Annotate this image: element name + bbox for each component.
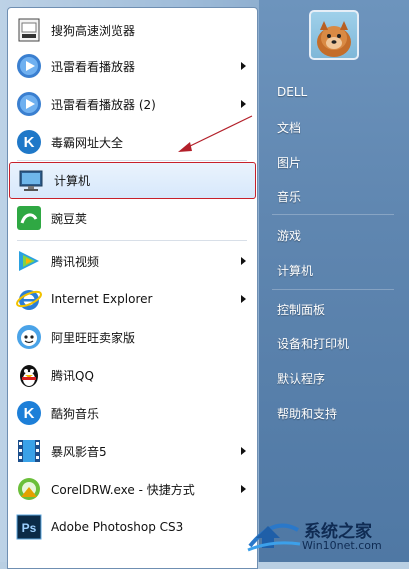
menu-item-tencent-video[interactable]: 腾讯视频 bbox=[7, 243, 256, 279]
menu-item-label: 暴风影音5 bbox=[51, 444, 107, 459]
annotation-arrow-icon bbox=[178, 115, 253, 152]
place-item-label: 游戏 bbox=[277, 228, 302, 243]
sogou-browser-icon bbox=[15, 16, 43, 44]
place-item-label: 设备和打印机 bbox=[277, 336, 350, 351]
separator bbox=[272, 214, 394, 215]
place-item-default-programs[interactable]: 默认程序 bbox=[268, 365, 400, 391]
submenu-arrow-icon bbox=[241, 62, 246, 70]
start-menu: 搜狗高速浏览器 迅雷看看播放器 迅雷看看播放器 (2) K 毒霸网址大全 计算机… bbox=[0, 0, 409, 569]
menu-item-label: 腾讯视频 bbox=[51, 254, 100, 269]
site-watermark: 系统之家 Win10net.com bbox=[242, 510, 407, 558]
watermark-logo-icon bbox=[247, 523, 301, 552]
svg-text:Ps: Ps bbox=[22, 521, 37, 535]
svg-text:K: K bbox=[24, 405, 35, 422]
place-item-label: 计算机 bbox=[277, 263, 314, 278]
xunlei-player-icon bbox=[15, 90, 43, 118]
duba-k-icon: K bbox=[15, 128, 43, 156]
submenu-arrow-icon bbox=[241, 257, 246, 265]
menu-item-label: 迅雷看看播放器 (2) bbox=[51, 97, 156, 112]
menu-item-coreldraw[interactable]: CorelDRW.exe - 快捷方式 bbox=[7, 471, 256, 507]
place-item-control-panel[interactable]: 控制面板 bbox=[268, 296, 400, 322]
menu-item-label: Adobe Photoshop CS3 bbox=[51, 520, 184, 534]
place-item-documents[interactable]: 文档 bbox=[268, 114, 400, 140]
place-item-devices-printers[interactable]: 设备和打印机 bbox=[268, 330, 400, 356]
menu-item-label: 计算机 bbox=[54, 174, 91, 188]
place-item-music[interactable]: 音乐 bbox=[268, 183, 400, 209]
menu-item-label: 毒霸网址大全 bbox=[51, 135, 124, 150]
place-item-label: 控制面板 bbox=[277, 302, 326, 317]
place-item-computer[interactable]: 计算机 bbox=[268, 257, 400, 283]
xunlei-player-icon bbox=[15, 52, 43, 80]
menu-item-baofeng[interactable]: 暴风影音5 bbox=[7, 433, 256, 469]
svg-text:K: K bbox=[24, 134, 35, 151]
menu-item-kugou[interactable]: K 酷狗音乐 bbox=[7, 395, 256, 431]
menu-item-tencent-qq[interactable]: 腾讯QQ bbox=[7, 357, 256, 393]
menu-item-aliwangwang[interactable]: 阿里旺旺卖家版 bbox=[7, 319, 256, 355]
computer-icon bbox=[18, 167, 46, 195]
separator bbox=[17, 240, 247, 241]
place-item-help-support[interactable]: 帮助和支持 bbox=[268, 400, 400, 426]
menu-item-label: 搜狗高速浏览器 bbox=[51, 23, 136, 38]
menu-item-label: 酷狗音乐 bbox=[51, 406, 100, 421]
menu-item-xunlei-player[interactable]: 迅雷看看播放器 bbox=[7, 48, 256, 84]
menu-item-computer[interactable]: 计算机 bbox=[9, 162, 256, 199]
submenu-arrow-icon bbox=[241, 447, 246, 455]
photoshop-ps-icon: Ps bbox=[15, 513, 43, 541]
baofeng-film-icon bbox=[15, 437, 43, 465]
submenu-arrow-icon bbox=[241, 485, 246, 493]
menu-item-label: 迅雷看看播放器 bbox=[51, 59, 136, 74]
aliwangwang-icon bbox=[15, 323, 43, 351]
menu-item-label: 豌豆荚 bbox=[51, 211, 88, 226]
menu-item-label: Internet Explorer bbox=[51, 292, 153, 306]
wandoujia-icon bbox=[15, 204, 43, 232]
kugou-k-icon: K bbox=[15, 399, 43, 427]
menu-item-label: CorelDRW.exe - 快捷方式 bbox=[51, 482, 195, 497]
menu-item-sogou-browser[interactable]: 搜狗高速浏览器 bbox=[7, 12, 256, 48]
watermark-url: Win10net.com bbox=[302, 539, 382, 552]
place-item-games[interactable]: 游戏 bbox=[268, 222, 400, 248]
place-item-pictures[interactable]: 图片 bbox=[268, 149, 400, 175]
menu-item-photoshop[interactable]: Ps Adobe Photoshop CS3 bbox=[7, 509, 256, 545]
user-avatar[interactable] bbox=[309, 10, 359, 60]
place-item-label: 音乐 bbox=[277, 189, 302, 204]
place-item-label: DELL bbox=[277, 85, 308, 99]
menu-item-label: 腾讯QQ bbox=[51, 368, 94, 383]
place-item-label: 文档 bbox=[277, 120, 302, 135]
internet-explorer-icon bbox=[15, 285, 43, 313]
tencent-video-icon bbox=[15, 247, 43, 275]
menu-item-wandoujia[interactable]: 豌豆荚 bbox=[7, 200, 256, 236]
separator bbox=[272, 289, 394, 290]
submenu-arrow-icon bbox=[241, 295, 246, 303]
qq-penguin-icon bbox=[15, 361, 43, 389]
place-item-label: 图片 bbox=[277, 155, 302, 170]
place-item-user[interactable]: DELL bbox=[268, 79, 400, 105]
place-item-label: 默认程序 bbox=[277, 371, 326, 386]
place-item-label: 帮助和支持 bbox=[277, 406, 338, 421]
submenu-arrow-icon bbox=[241, 100, 246, 108]
menu-item-internet-explorer[interactable]: Internet Explorer bbox=[7, 281, 256, 317]
coreldraw-icon bbox=[15, 475, 43, 503]
menu-item-label: 阿里旺旺卖家版 bbox=[51, 330, 136, 345]
